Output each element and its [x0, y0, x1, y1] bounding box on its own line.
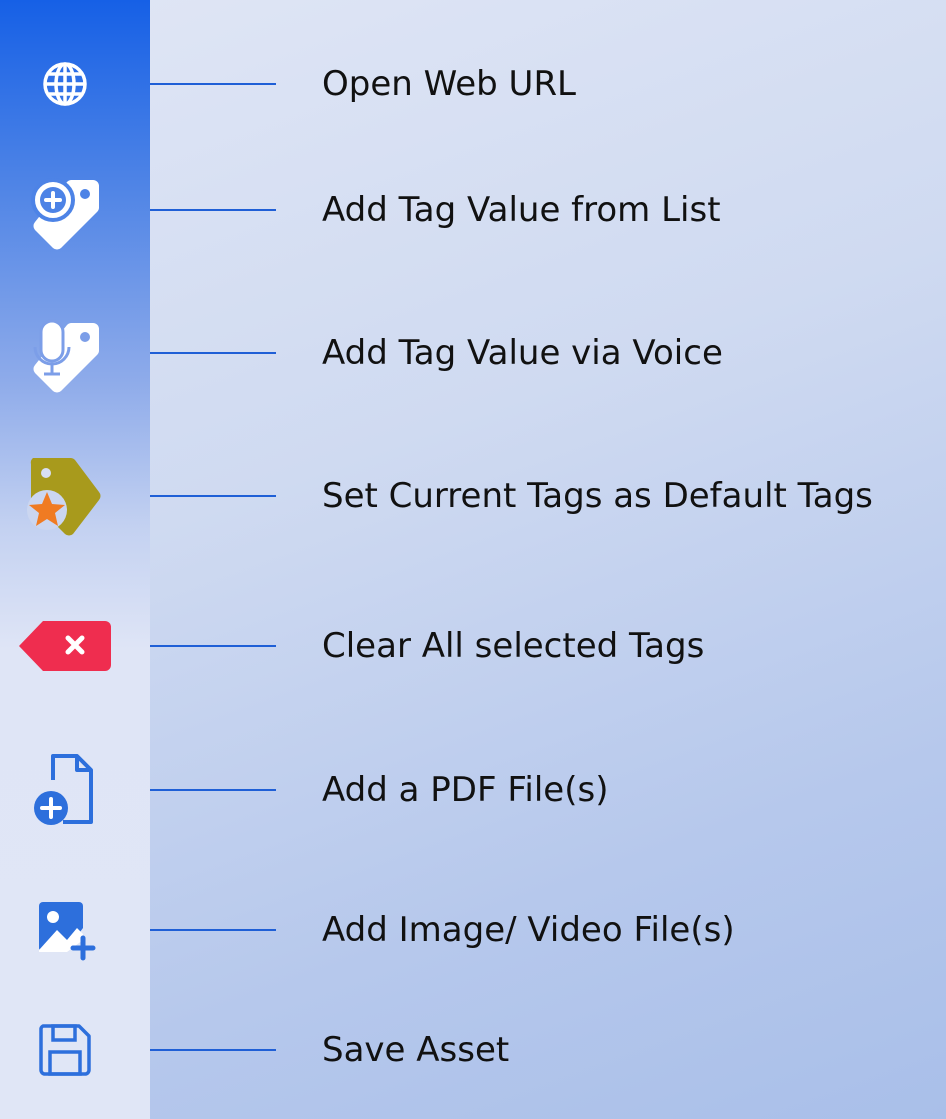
clear-tags-button[interactable] — [10, 606, 120, 686]
legend-label: Save Asset — [322, 1030, 510, 1070]
add-image-video-button[interactable] — [10, 890, 120, 970]
leader-line — [150, 929, 276, 931]
tag-add-icon — [31, 178, 99, 250]
image-add-icon — [39, 902, 96, 961]
legend-row-add-tag-from-list: Add Tag Value from List — [0, 160, 946, 260]
legend-row-add-tag-via-voice: Add Tag Value via Voice — [0, 303, 946, 403]
legend-row-save-asset: Save Asset — [0, 1000, 946, 1100]
legend-label: Open Web URL — [322, 64, 577, 104]
legend-label: Clear All selected Tags — [322, 626, 705, 666]
leader-line — [150, 209, 276, 211]
add-pdf-button[interactable] — [10, 750, 120, 830]
legend-label: Add Tag Value via Voice — [322, 333, 723, 373]
legend-row-set-default-tags: Set Current Tags as Default Tags — [0, 446, 946, 546]
add-tag-via-voice-button[interactable] — [10, 313, 120, 393]
leader-line — [150, 645, 276, 647]
leader-line — [150, 495, 276, 497]
legend-row-open-web-url: Open Web URL — [0, 34, 946, 134]
leader-line — [150, 1049, 276, 1051]
save-asset-button[interactable] — [10, 1010, 120, 1090]
set-default-tags-button[interactable] — [10, 456, 120, 536]
save-icon — [39, 1024, 91, 1076]
tag-clear-icon — [19, 621, 111, 671]
globe-icon — [43, 62, 87, 106]
legend-label: Add a PDF File(s) — [322, 770, 609, 810]
legend-label: Set Current Tags as Default Tags — [322, 476, 873, 516]
open-web-url-button[interactable] — [10, 44, 120, 124]
legend-row-add-image-video: Add Image/ Video File(s) — [0, 880, 946, 980]
legend-row-add-pdf: Add a PDF File(s) — [0, 740, 946, 840]
legend-label: Add Image/ Video File(s) — [322, 910, 735, 950]
leader-line — [150, 789, 276, 791]
legend-row-clear-tags: Clear All selected Tags — [0, 596, 946, 696]
add-tag-from-list-button[interactable] — [10, 170, 120, 250]
tag-voice-icon — [33, 319, 99, 393]
file-add-icon — [34, 754, 93, 825]
tag-star-icon — [27, 458, 101, 536]
legend-label: Add Tag Value from List — [322, 190, 721, 230]
leader-line — [150, 83, 276, 85]
leader-line — [150, 352, 276, 354]
